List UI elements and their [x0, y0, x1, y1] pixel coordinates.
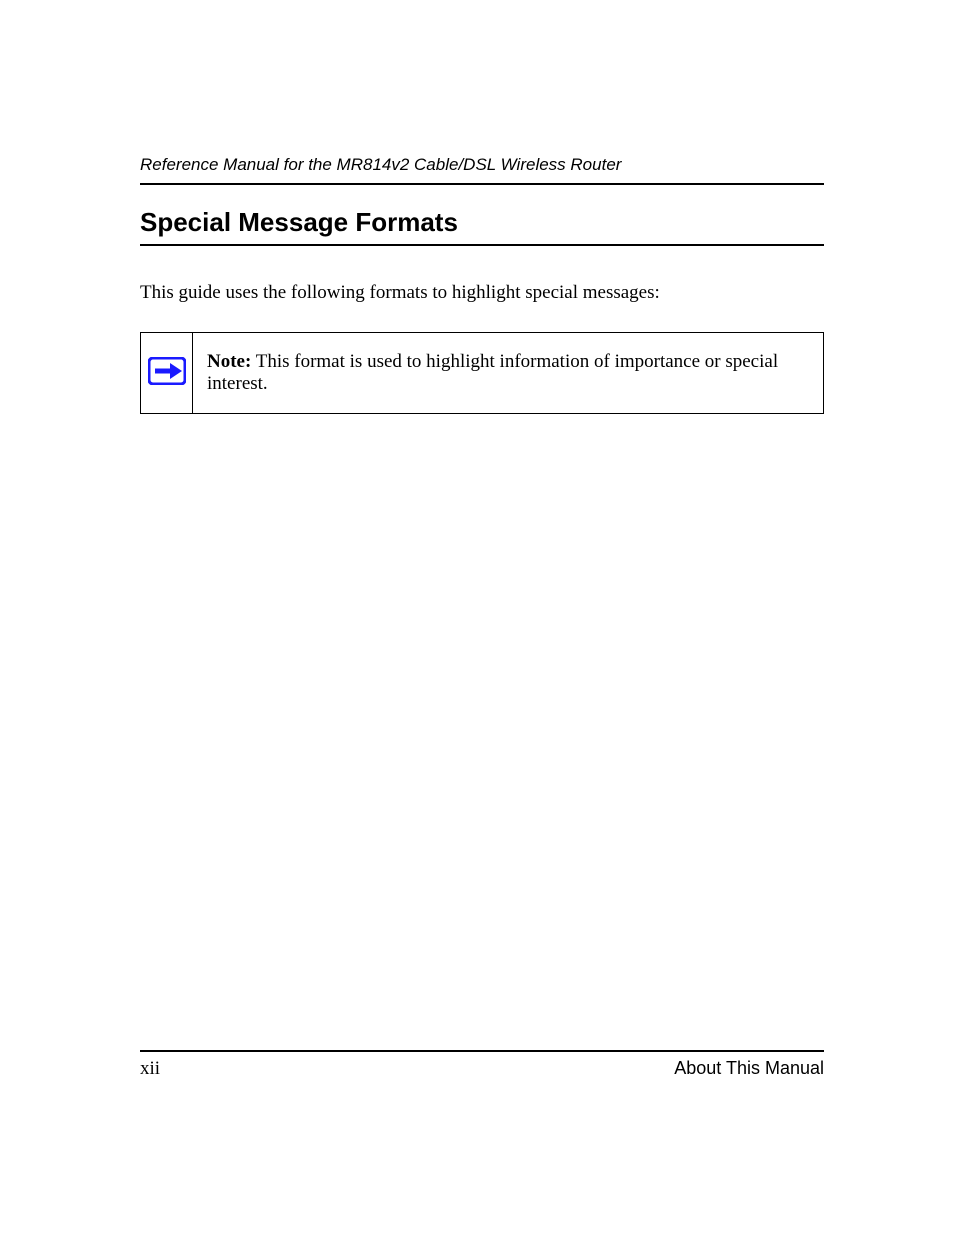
section-heading: Special Message Formats [140, 207, 824, 246]
note-body: This format is used to highlight informa… [207, 351, 778, 394]
arrow-right-icon [148, 357, 186, 385]
intro-paragraph: This guide uses the following formats to… [140, 282, 824, 304]
page-number: xii [140, 1058, 160, 1080]
footer-section-name: About This Manual [674, 1058, 824, 1080]
page-footer: xii About This Manual [140, 1050, 824, 1080]
note-box: Note: This format is used to highlight i… [140, 332, 824, 414]
note-label: Note: [207, 351, 251, 372]
document-page: Reference Manual for the MR814v2 Cable/D… [0, 0, 954, 1235]
note-text: Note: This format is used to highlight i… [193, 333, 824, 414]
running-header: Reference Manual for the MR814v2 Cable/D… [140, 155, 824, 185]
note-icon-cell [141, 333, 193, 414]
